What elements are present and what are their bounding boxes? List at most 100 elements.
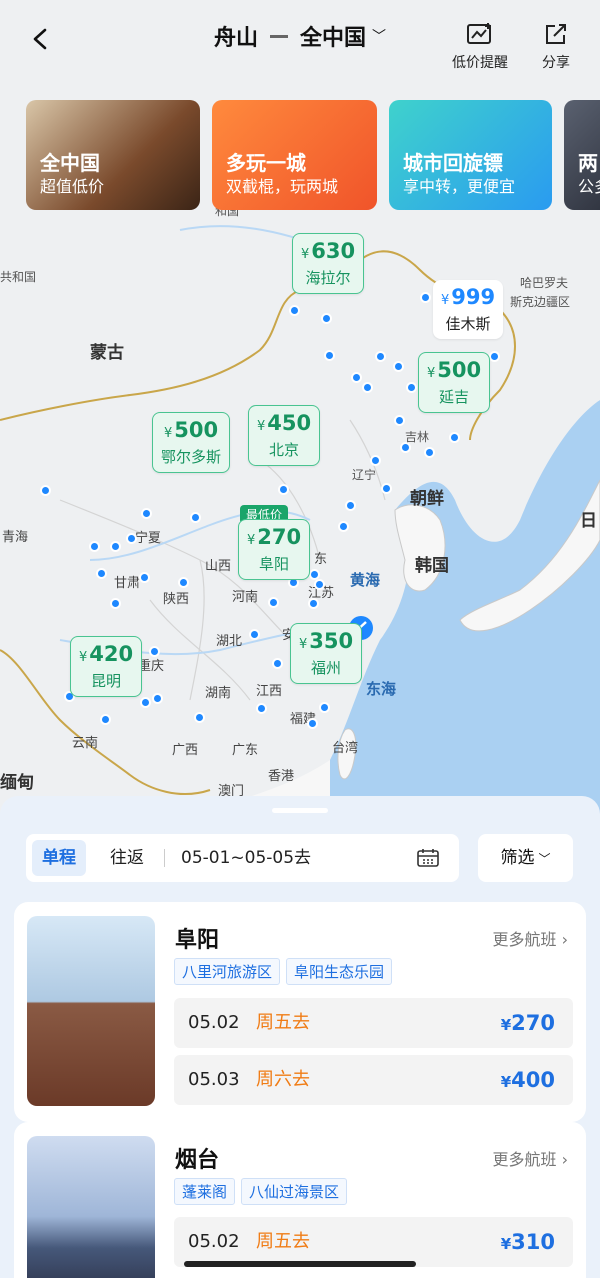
destination-dot[interactable] (96, 568, 107, 579)
promo-card-partial[interactable]: 两 公多 (564, 100, 600, 210)
date-range[interactable]: 05-01~05-05去 (181, 834, 311, 882)
sheet-drag-handle[interactable] (272, 808, 328, 813)
promo-card-two-cities[interactable]: 多玩一城 双截棍，玩两城 (212, 100, 377, 210)
destination-name: 烟台 (175, 1148, 220, 1173)
destination-dot[interactable] (141, 508, 152, 519)
destination-dot[interactable] (110, 541, 121, 552)
destination-dot[interactable] (321, 313, 332, 324)
place-label: 河南 (232, 590, 259, 605)
destination-dot[interactable] (345, 500, 356, 511)
destination-dot[interactable] (308, 598, 319, 609)
flight-row[interactable]: 05.02 周五去 ¥310 (174, 1217, 573, 1267)
destination-card[interactable]: 烟台 更多航班 › 蓬莱阁 八仙过海景区 05.02 周五去 ¥310 (14, 1122, 586, 1278)
place-label: 辽宁 (352, 468, 377, 482)
pin-city: 阜阳 (259, 555, 290, 573)
pin-price: 999 (451, 285, 496, 309)
top-bar: 舟山 全中国 ﹀ 低价提醒 分享 (0, 0, 600, 84)
trip-selector: 单程 往返 05-01~05-05去 (26, 834, 459, 882)
destination-dot[interactable] (400, 442, 411, 453)
place-label: 黄海 (350, 571, 381, 589)
place-label: 广东 (232, 743, 259, 758)
pin-price: 500 (174, 418, 219, 442)
destination-dot[interactable] (420, 292, 431, 303)
origin-city: 舟山 (213, 26, 258, 51)
destination-dot[interactable] (307, 718, 318, 729)
price-pin[interactable]: ¥350 福州 (290, 623, 363, 684)
flight-weekday: 周五去 (256, 1012, 310, 1033)
place-label: 蒙古 (90, 343, 124, 363)
pin-city: 延吉 (439, 388, 470, 406)
destination-dot[interactable] (393, 361, 404, 372)
price-pin[interactable]: ¥270 阜阳 (238, 519, 311, 580)
place-label: 广西 (172, 743, 199, 758)
attraction-tag: 八仙过海景区 (241, 1178, 348, 1205)
price-pin[interactable]: ¥630 海拉尔 (292, 233, 365, 294)
destination-dot[interactable] (424, 447, 435, 458)
share-button[interactable]: 分享 (542, 22, 570, 72)
destination-card[interactable]: 阜阳 更多航班 › 八里河旅游区 阜阳生态乐园 05.02 周五去 ¥270 05… (14, 902, 586, 1122)
destination-dot[interactable] (351, 372, 362, 383)
one-way-tab[interactable]: 单程 (32, 840, 86, 876)
destination-dot[interactable] (268, 597, 279, 608)
price-alert-button[interactable]: 低价提醒 (452, 22, 508, 72)
destination-dot[interactable] (381, 483, 392, 494)
destination-dot[interactable] (319, 702, 330, 713)
destination-dot[interactable] (289, 305, 300, 316)
flight-row[interactable]: 05.03 周六去 ¥400 (174, 1055, 573, 1105)
promo-card-all-china[interactable]: 全中国 超值低价 (26, 100, 200, 210)
place-label: 云南 (72, 736, 99, 751)
destination-dot[interactable] (489, 351, 500, 362)
price-pin[interactable]: ¥450 北京 (248, 405, 321, 466)
pin-price: 270 (257, 525, 302, 549)
place-label: 共和国 (0, 270, 37, 284)
destination-dot[interactable] (190, 512, 201, 523)
route-title[interactable]: 舟山 全中国 ﹀ (0, 20, 600, 52)
destination-dot[interactable] (272, 658, 283, 669)
destination-dot[interactable] (249, 629, 260, 640)
flight-row[interactable]: 05.02 周五去 ¥270 (174, 998, 573, 1048)
calendar-icon[interactable] (417, 849, 439, 867)
destination-dot[interactable] (100, 714, 111, 725)
destination-dot[interactable] (278, 484, 289, 495)
place-label: 青海 (2, 530, 29, 545)
destination-dot[interactable] (194, 712, 205, 723)
results-sheet[interactable]: 单程 往返 05-01~05-05去 筛选 ﹀ 阜阳 更多航班 › 八里河旅游区阜… (0, 796, 600, 1278)
destination-dot[interactable] (89, 541, 100, 552)
pin-price: 450 (267, 411, 312, 435)
price-pin[interactable]: ¥500 鄂尔多斯 (152, 412, 231, 473)
destination-dot[interactable] (152, 693, 163, 704)
chevron-right-icon: › (561, 1150, 568, 1169)
destination-dot[interactable] (110, 598, 121, 609)
destination-dot[interactable] (149, 646, 160, 657)
destination-dot[interactable] (40, 485, 51, 496)
price-pin[interactable]: ¥999 佳木斯 (433, 280, 504, 339)
filter-button[interactable]: 筛选 ﹀ (478, 834, 573, 882)
promo-card-boomerang[interactable]: 城市回旋镖 享中转，更便宜 (389, 100, 552, 210)
destination-dot[interactable] (314, 579, 325, 590)
destination-dot[interactable] (126, 533, 137, 544)
attraction-tags: 八里河旅游区 阜阳生态乐园 (174, 958, 398, 985)
destination-dot[interactable] (139, 572, 150, 583)
pin-city: 昆明 (91, 672, 122, 690)
share-icon (546, 24, 566, 44)
round-trip-tab[interactable]: 往返 (100, 840, 154, 876)
destination-dot[interactable] (324, 350, 335, 361)
destination-dot[interactable] (375, 351, 386, 362)
destination-dot[interactable] (370, 455, 381, 466)
destination-dot[interactable] (394, 415, 405, 426)
destination-dot[interactable] (406, 382, 417, 393)
price-alert-icon (467, 23, 491, 44)
destination-dot[interactable] (140, 697, 151, 708)
destination-dot[interactable] (256, 703, 267, 714)
price-pin[interactable]: ¥500 延吉 (418, 352, 491, 413)
place-label: 湖北 (216, 634, 243, 649)
place-label: 缅甸 (0, 773, 34, 793)
price-pin[interactable]: ¥420 昆明 (70, 636, 143, 697)
destination-dot[interactable] (449, 432, 460, 443)
destination-dot[interactable] (178, 577, 189, 588)
more-flights-link[interactable]: 更多航班 › (492, 926, 568, 950)
destination-dot[interactable] (362, 382, 373, 393)
destination-dot[interactable] (338, 521, 349, 532)
place-label: 江西 (256, 684, 283, 699)
more-flights-link[interactable]: 更多航班 › (492, 1146, 568, 1170)
